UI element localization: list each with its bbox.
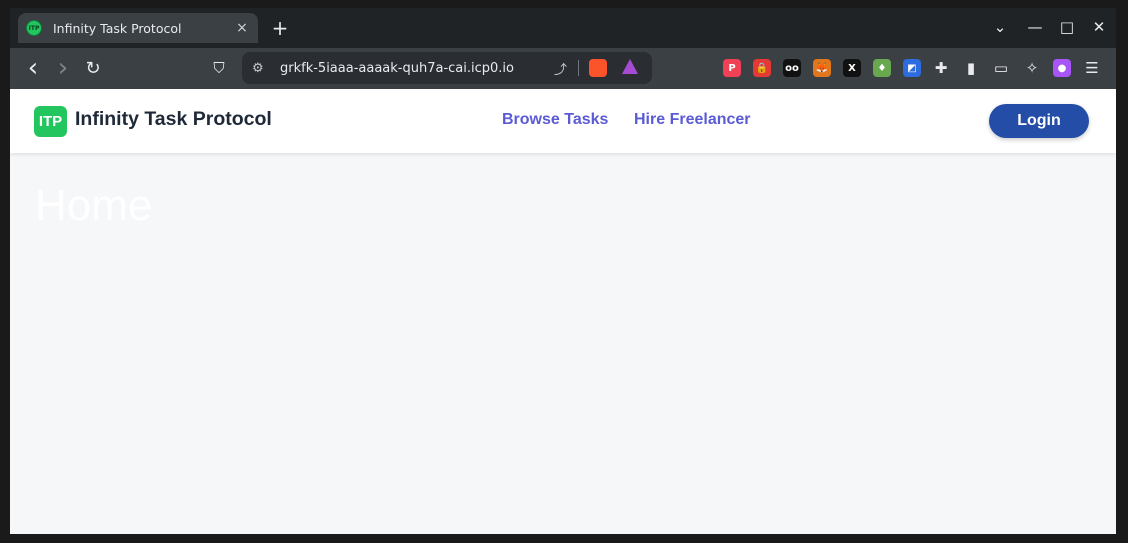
- pocket-extension-icon[interactable]: P: [723, 59, 741, 77]
- back-icon[interactable]: ‹: [22, 53, 44, 83]
- app-navbar: ITP Infinity Task Protocol Browse Tasks …: [10, 89, 1116, 153]
- site-info-icon[interactable]: ⚙: [252, 61, 264, 76]
- address-bar[interactable]: ⚙ grkfk-5iaaa-aaaak-quh7a-cai.icp0.io ⤴: [242, 52, 652, 84]
- sparkle-icon[interactable]: ✧: [1023, 59, 1041, 77]
- sidebar-icon[interactable]: ▮: [962, 59, 980, 77]
- new-tab-icon[interactable]: +: [268, 16, 292, 40]
- tab-close-icon[interactable]: ×: [234, 20, 250, 36]
- maximize-icon[interactable]: □: [1057, 18, 1077, 36]
- brave-rewards-icon[interactable]: [622, 59, 638, 74]
- x-extension-icon[interactable]: X: [843, 59, 861, 77]
- login-button[interactable]: Login: [989, 104, 1089, 138]
- puzzle-icon[interactable]: ✚: [932, 59, 950, 77]
- drop-extension-icon[interactable]: ♦: [873, 59, 891, 77]
- tab-title: Infinity Task Protocol: [53, 20, 182, 36]
- glasses-extension-icon[interactable]: oo: [783, 59, 801, 77]
- nav-hire-freelancer[interactable]: Hire Freelancer: [634, 111, 751, 129]
- browser-window: ITP Infinity Task Protocol × + ⌄ — □ ✕ ‹…: [10, 8, 1116, 534]
- menu-icon[interactable]: ☰: [1083, 59, 1101, 77]
- profile-avatar-icon[interactable]: ●: [1053, 59, 1071, 77]
- url-text[interactable]: grkfk-5iaaa-aaaak-quh7a-cai.icp0.io: [280, 61, 514, 76]
- nav-browse-tasks[interactable]: Browse Tasks: [502, 111, 608, 129]
- app-logo[interactable]: ITP: [34, 106, 67, 137]
- browser-toolbar: ‹ › ↻ ⛉ ⚙ grkfk-5iaaa-aaaak-quh7a-cai.ic…: [10, 48, 1116, 89]
- minimize-icon[interactable]: —: [1025, 18, 1045, 36]
- tab-search-dropdown-icon[interactable]: ⌄: [990, 18, 1010, 36]
- share-icon[interactable]: ⤴: [554, 59, 567, 78]
- reload-icon[interactable]: ↻: [82, 57, 104, 79]
- tab-infinity-task-protocol[interactable]: ITP Infinity Task Protocol ×: [18, 13, 258, 43]
- brand-name[interactable]: Infinity Task Protocol: [75, 108, 272, 131]
- page-title: Home: [35, 181, 153, 230]
- bookmark-icon[interactable]: ⛉: [208, 57, 230, 79]
- tab-favicon-icon: ITP: [26, 20, 42, 36]
- web-page: ITP Infinity Task Protocol Browse Tasks …: [10, 89, 1116, 534]
- omnibox-divider: [578, 60, 579, 76]
- brave-shields-icon[interactable]: [589, 59, 607, 77]
- shield-extension-icon[interactable]: ◩: [903, 59, 921, 77]
- tab-strip: ITP Infinity Task Protocol × + ⌄ — □ ✕: [10, 8, 1116, 48]
- close-window-icon[interactable]: ✕: [1089, 18, 1109, 36]
- forward-icon[interactable]: ›: [52, 53, 74, 83]
- wallet-icon[interactable]: ▭: [992, 59, 1010, 77]
- metamask-fox-icon[interactable]: 🦊: [813, 59, 831, 77]
- lock-extension-icon[interactable]: 🔒: [753, 59, 771, 77]
